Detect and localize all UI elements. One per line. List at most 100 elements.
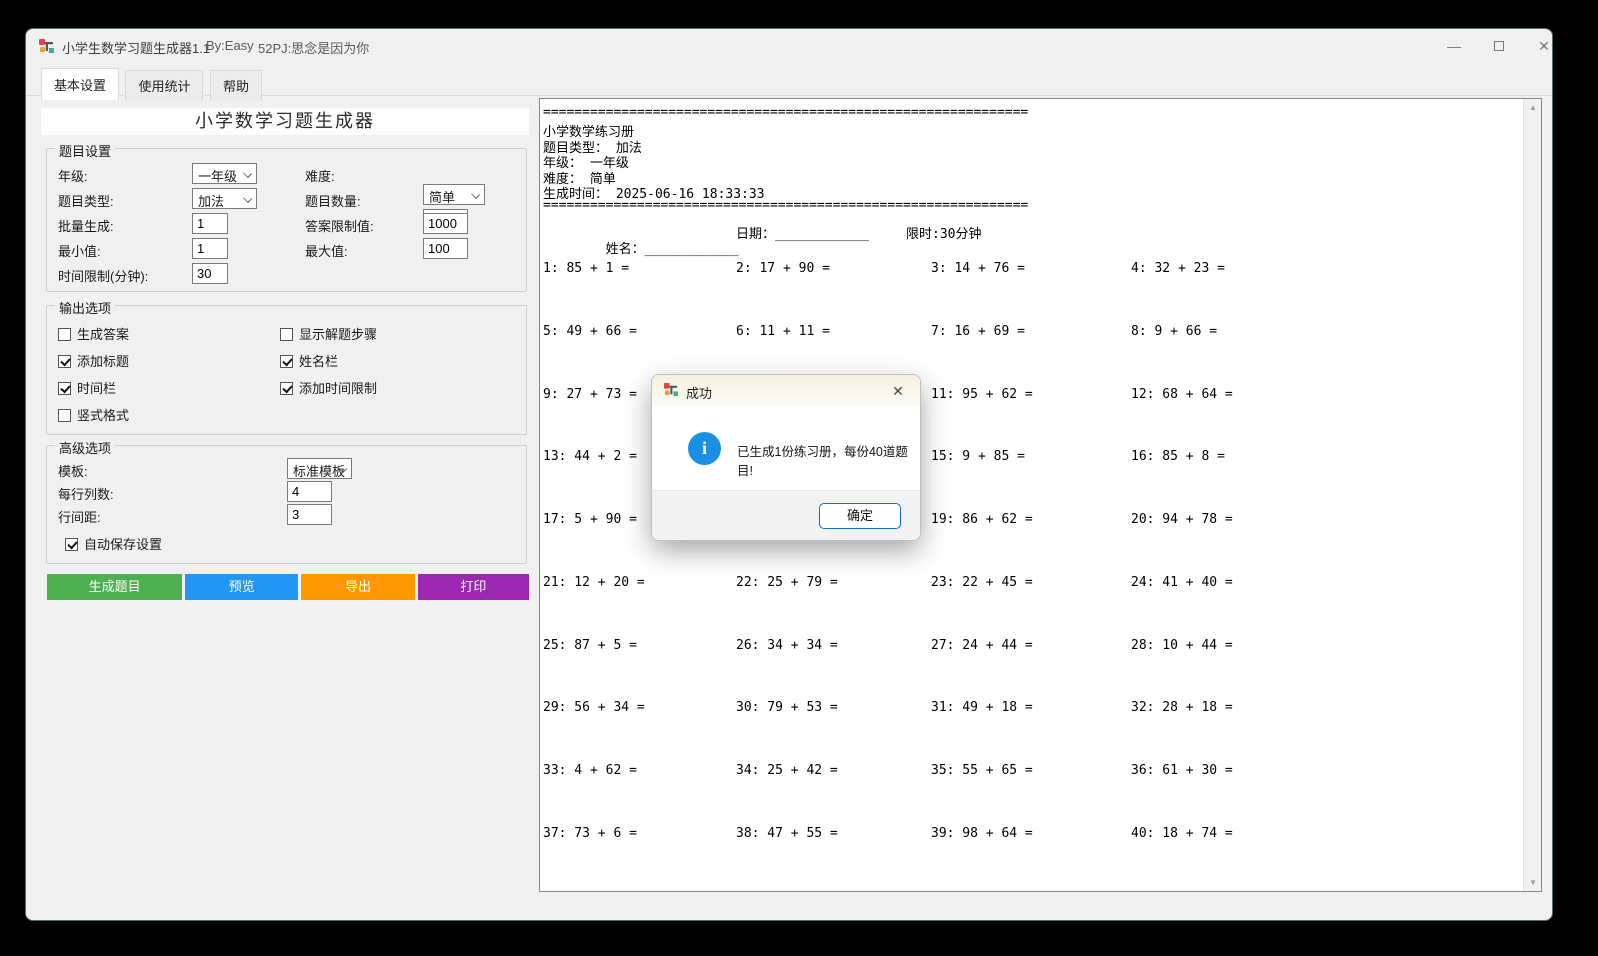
- window-title: 小学生数学习题生成器1.1: [62, 38, 210, 57]
- dialog-close-button[interactable]: ✕: [886, 380, 910, 402]
- cols-per-row-input[interactable]: [287, 481, 332, 502]
- name-blank: 姓名：____________: [606, 242, 739, 257]
- checkbox-time-field[interactable]: 时间栏: [58, 378, 116, 396]
- dialog-body: i 已生成1份练习册，每份40道题目!: [652, 406, 920, 492]
- checkbox-checked-icon: [280, 382, 293, 395]
- problem: 8: 9 + 66 =: [1131, 324, 1217, 339]
- batch-label: 批量生成:: [58, 216, 114, 235]
- problem: 15: 9 + 85 =: [931, 449, 1025, 464]
- success-dialog: 成功 ✕ i 已生成1份练习册，每份40道题目! 确定: [651, 374, 921, 541]
- problem: 11: 95 + 62 =: [931, 387, 1033, 402]
- problem: 5: 49 + 66 =: [543, 324, 637, 339]
- problem: 34: 25 + 42 =: [736, 763, 838, 778]
- max-value-label: 最大值:: [305, 241, 348, 260]
- problem: 17: 5 + 90 =: [543, 512, 637, 527]
- preview-scrollbar[interactable]: ▲ ▼: [1523, 99, 1541, 891]
- divider-line: ========================================…: [543, 105, 1028, 120]
- checkbox-autosave-settings[interactable]: 自动保存设置: [65, 534, 162, 552]
- difficulty-label: 难度:: [305, 166, 335, 185]
- question-count-label: 题目数量:: [305, 191, 361, 210]
- group-question-settings: 题目设置 年级: 一年级 难度: 简单 题目类型: 加法: [46, 148, 527, 292]
- cols-per-row-label: 每行列数:: [58, 484, 114, 503]
- scroll-down-icon[interactable]: ▼: [1524, 874, 1542, 891]
- generate-button[interactable]: 生成题目: [47, 574, 182, 600]
- checkbox-checked-icon: [280, 355, 293, 368]
- dialog-message: 已生成1份练习册，每份40道题目!: [737, 441, 920, 479]
- checkbox-checked-icon: [58, 382, 71, 395]
- problem: 24: 41 + 40 =: [1131, 575, 1233, 590]
- page-title: 小学数学习题生成器: [41, 108, 529, 135]
- template-select[interactable]: 标准模板: [287, 458, 352, 479]
- checkbox-add-time-limit[interactable]: 添加时间限制: [280, 378, 377, 396]
- dialog-title-bar: 成功 ✕: [652, 375, 920, 406]
- question-type-select[interactable]: 加法: [192, 188, 257, 209]
- app-icon: [38, 38, 55, 55]
- problem: 32: 28 + 18 =: [1131, 700, 1233, 715]
- tab-usage-stats[interactable]: 使用统计: [125, 70, 203, 101]
- group-advanced-options: 高级选项 模板: 标准模板 每行列数: 行间距: 自动保存设置: [46, 445, 527, 564]
- problem: 3: 14 + 76 =: [931, 261, 1025, 276]
- problem: 1: 85 + 1 =: [543, 261, 629, 276]
- maximize-button[interactable]: [1479, 33, 1519, 59]
- chevron-down-icon: [243, 194, 252, 203]
- checkbox-checked-icon: [58, 355, 71, 368]
- problem: 25: 87 + 5 =: [543, 638, 637, 653]
- problem: 31: 49 + 18 =: [931, 700, 1033, 715]
- app-icon: [663, 382, 679, 398]
- tab-strip: 基本设置 使用统计 帮助: [26, 69, 1552, 96]
- problem: 21: 12 + 20 =: [543, 575, 645, 590]
- problem: 16: 85 + 8 =: [1131, 449, 1225, 464]
- problem: 13: 44 + 2 =: [543, 449, 637, 464]
- problem: 38: 47 + 55 =: [736, 826, 838, 841]
- problem: 4: 32 + 23 =: [1131, 261, 1225, 276]
- preview-button[interactable]: 预览: [185, 574, 298, 600]
- answer-limit-label: 答案限制值:: [305, 216, 374, 235]
- divider-line: ========================================…: [543, 198, 1028, 213]
- window-subtitle-by: By:Easy: [206, 38, 254, 53]
- print-button[interactable]: 打印: [418, 574, 529, 600]
- info-icon: i: [688, 432, 721, 465]
- problem: 23: 22 + 45 =: [931, 575, 1033, 590]
- problem: 20: 94 + 78 =: [1131, 512, 1233, 527]
- settings-panel: 小学数学习题生成器 题目设置 年级: 一年级 难度: 简单 题目类型: 加法: [26, 96, 539, 920]
- grade-select[interactable]: 一年级: [192, 163, 257, 184]
- app-window: 小学生数学习题生成器1.1 By:Easy 52PJ:思念是因为你 — ✕ 基本…: [25, 28, 1553, 921]
- group-question-settings-legend: 题目设置: [55, 141, 115, 160]
- checkbox-add-title[interactable]: 添加标题: [58, 351, 129, 369]
- time-limit-text: 限时:30分钟: [906, 223, 981, 242]
- problem: 40: 18 + 74 =: [1131, 826, 1233, 841]
- problem: 9: 27 + 73 =: [543, 387, 637, 402]
- answer-limit-input[interactable]: [423, 213, 468, 234]
- dialog-title: 成功: [686, 383, 712, 402]
- problem: 27: 24 + 44 =: [931, 638, 1033, 653]
- tab-basic-settings[interactable]: 基本设置: [41, 68, 119, 100]
- group-output-options-legend: 输出选项: [55, 298, 115, 317]
- question-type-label: 题目类型:: [58, 191, 114, 210]
- group-advanced-options-legend: 高级选项: [55, 438, 115, 457]
- batch-input[interactable]: [192, 213, 228, 234]
- problem: 30: 79 + 53 =: [736, 700, 838, 715]
- chevron-down-icon: [243, 169, 252, 178]
- ok-button[interactable]: 确定: [819, 503, 901, 529]
- checkbox-icon: [58, 328, 71, 341]
- date-blank: 日期：____________: [736, 223, 869, 242]
- checkbox-vertical-format[interactable]: 竖式格式: [58, 405, 129, 423]
- min-value-input[interactable]: [192, 238, 228, 259]
- checkbox-icon: [280, 328, 293, 341]
- max-value-input[interactable]: [423, 238, 468, 259]
- checkbox-name-field[interactable]: 姓名栏: [280, 351, 338, 369]
- scroll-up-icon[interactable]: ▲: [1524, 99, 1542, 116]
- checkbox-show-steps[interactable]: 显示解题步骤: [280, 324, 377, 342]
- template-label: 模板:: [58, 461, 88, 480]
- minimize-button[interactable]: —: [1434, 33, 1474, 59]
- row-spacing-input[interactable]: [287, 504, 332, 525]
- tab-help[interactable]: 帮助: [210, 70, 262, 101]
- problem: 35: 55 + 65 =: [931, 763, 1033, 778]
- close-button[interactable]: ✕: [1524, 33, 1553, 59]
- checkbox-generate-answers[interactable]: 生成答案: [58, 324, 129, 342]
- row-spacing-label: 行间距:: [58, 507, 101, 526]
- problem: 19: 86 + 62 =: [931, 512, 1033, 527]
- min-value-label: 最小值:: [58, 241, 101, 260]
- time-limit-input[interactable]: [192, 263, 228, 284]
- export-button[interactable]: 导出: [301, 574, 414, 600]
